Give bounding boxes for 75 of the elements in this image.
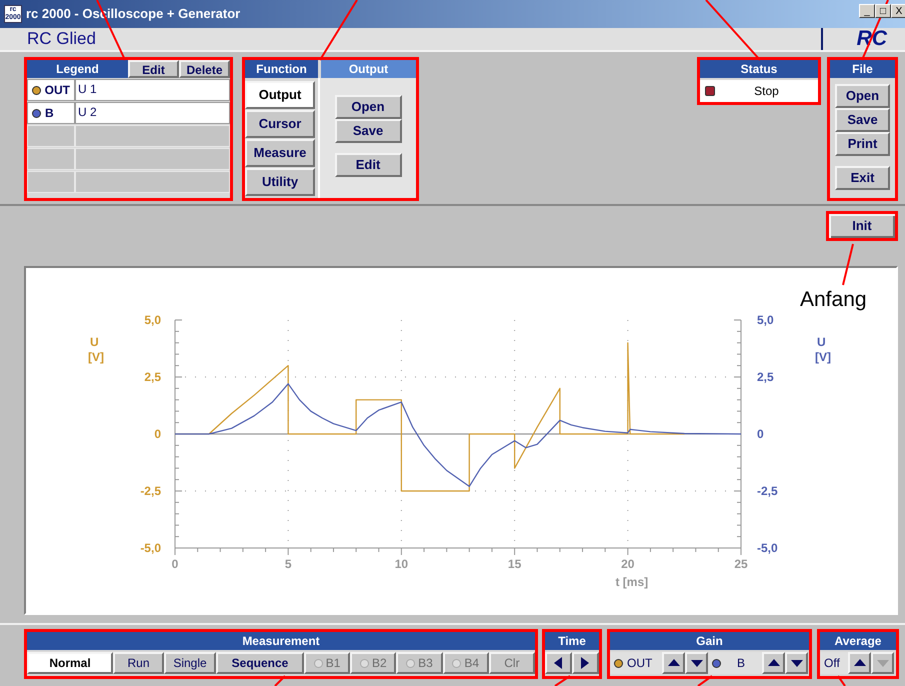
mode-button[interactable]: Single xyxy=(164,652,216,674)
panel-button[interactable]: Edit xyxy=(334,153,402,177)
radio-circle-icon xyxy=(452,658,462,668)
y-tick-label: 0 xyxy=(757,427,764,441)
group-header: Time xyxy=(545,632,599,650)
maximize-button[interactable]: □ xyxy=(875,4,891,18)
gain-up-button[interactable] xyxy=(662,652,685,674)
y-tick-label: -5,0 xyxy=(140,541,161,555)
callout-line xyxy=(842,244,854,286)
channel-symbol: B xyxy=(45,105,54,122)
group-header: Measurement xyxy=(27,632,535,650)
y-tick-label: 0 xyxy=(154,427,161,441)
legend-cell xyxy=(27,148,75,170)
gain-up-button[interactable] xyxy=(762,652,785,674)
x-axis-label: t [ms] xyxy=(615,575,648,589)
minimize-button[interactable]: _ xyxy=(859,4,875,18)
annotation-label: U [V] xyxy=(815,335,831,364)
close-button[interactable]: X xyxy=(891,4,905,18)
file-button[interactable]: Print xyxy=(835,132,890,156)
group-header: File xyxy=(830,60,895,78)
file-button[interactable]: Save xyxy=(835,108,890,132)
channel-symbol: OUT xyxy=(44,82,70,99)
radio-circle-icon xyxy=(406,658,416,668)
mode-button[interactable]: Normal xyxy=(27,652,113,674)
y-tick-label: -2,5 xyxy=(140,484,161,498)
function-tab[interactable]: Cursor xyxy=(245,110,315,138)
init-button[interactable]: Init xyxy=(826,211,898,241)
x-tick-label: 5 xyxy=(284,557,292,571)
y-tick-label: -5,0 xyxy=(757,541,778,555)
group-header: Average xyxy=(820,632,896,650)
function-tab[interactable]: Measure xyxy=(245,139,315,167)
x-tick-label: 20 xyxy=(621,557,634,571)
file-button[interactable]: Open xyxy=(835,84,890,108)
radio-circle-icon xyxy=(360,658,369,668)
y-tick-label: 2,5 xyxy=(144,370,161,384)
x-tick-label: 15 xyxy=(508,557,522,571)
legend-cell xyxy=(27,125,75,147)
function-tab[interactable]: Utility xyxy=(245,168,315,196)
y-tick-label: 5,0 xyxy=(144,313,161,327)
annotation-text: Anfang xyxy=(800,287,867,313)
x-tick-label: 10 xyxy=(394,557,408,571)
time-left-button[interactable] xyxy=(545,652,572,674)
gain-down-button[interactable] xyxy=(785,652,808,674)
average-up-button[interactable] xyxy=(848,652,871,674)
y-axis-label: U [V] xyxy=(88,335,104,364)
legend-button[interactable]: Edit xyxy=(128,60,179,78)
group-header: Function xyxy=(245,60,318,78)
group-header: Gain xyxy=(610,632,809,650)
channel-symbol: B xyxy=(737,655,746,672)
mode-button[interactable]: Sequence xyxy=(216,652,304,674)
legend-name-cell[interactable]: U 2 xyxy=(75,102,230,124)
legend-button[interactable]: Delete xyxy=(179,60,230,78)
y-tick-label: 2,5 xyxy=(757,370,774,384)
function-tab[interactable]: Output xyxy=(245,81,315,109)
mode-button[interactable]: Run xyxy=(113,652,164,674)
panel-button[interactable]: Open xyxy=(334,95,402,119)
average-value: Off xyxy=(820,652,848,674)
x-tick-label: 0 xyxy=(172,557,178,571)
group-header: Output xyxy=(321,60,416,78)
x-tick-label: 25 xyxy=(734,557,748,571)
channel-symbol: OUT xyxy=(627,655,652,672)
legend-name-cell[interactable]: U 1 xyxy=(75,79,230,101)
y-tick-label: 5,0 xyxy=(757,313,774,327)
group-header: Legend xyxy=(27,60,128,78)
gain-down-button[interactable] xyxy=(685,652,708,674)
document-title: RC Glied xyxy=(27,28,97,50)
group-header: Status xyxy=(700,60,818,78)
radio-circle-icon xyxy=(314,658,323,668)
panel-button[interactable]: Save xyxy=(334,119,402,143)
legend-cell xyxy=(27,171,75,193)
time-right-button[interactable] xyxy=(572,652,599,674)
file-button[interactable]: Exit xyxy=(835,166,890,190)
separator xyxy=(820,28,823,50)
status-text: Stop xyxy=(753,83,780,100)
y-tick-label: -2,5 xyxy=(757,484,778,498)
